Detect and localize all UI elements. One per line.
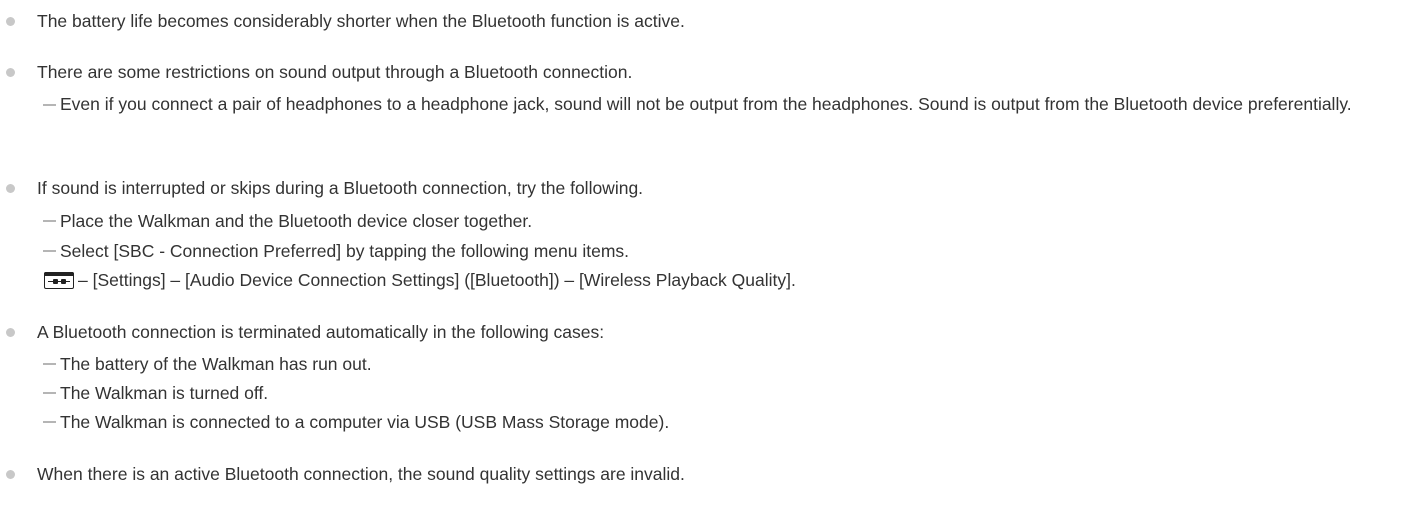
notes-list: The battery life becomes considerably sh… (0, 0, 1411, 516)
dash-icon (43, 220, 56, 222)
bullet-icon (6, 328, 15, 337)
note-text: There are some restrictions on sound out… (37, 62, 633, 82)
bullet-icon (6, 184, 15, 193)
subitem-text: Even if you connect a pair of headphones… (60, 94, 1352, 114)
bullet-icon (6, 68, 15, 77)
options-menu-icon (44, 272, 74, 289)
menu-path: – [Settings] – [Audio Device Connection … (44, 269, 796, 291)
note-text: A Bluetooth connection is terminated aut… (37, 322, 605, 342)
subitem-text: The Walkman is turned off. (60, 383, 269, 403)
subitem-text: The battery of the Walkman has run out. (60, 354, 372, 374)
bullet-icon (6, 17, 15, 26)
menu-path-text: – [Settings] – [Audio Device Connection … (78, 270, 796, 290)
note-text: If sound is interrupted or skips during … (37, 178, 644, 198)
subitem-text: The Walkman is connected to a computer v… (60, 412, 670, 432)
dash-icon (43, 250, 56, 252)
subitem-text: Select [SBC - Connection Preferred] by t… (60, 241, 630, 261)
note-subitem: Even if you connect a pair of headphones… (40, 88, 1400, 154)
dash-icon (43, 363, 56, 365)
dash-icon (43, 421, 56, 423)
bullet-icon (6, 470, 15, 479)
subitem-text: Place the Walkman and the Bluetooth devi… (60, 211, 533, 231)
note-text: When there is an active Bluetooth connec… (37, 464, 685, 484)
dash-icon (43, 392, 56, 394)
note-text: The battery life becomes considerably sh… (37, 11, 685, 31)
